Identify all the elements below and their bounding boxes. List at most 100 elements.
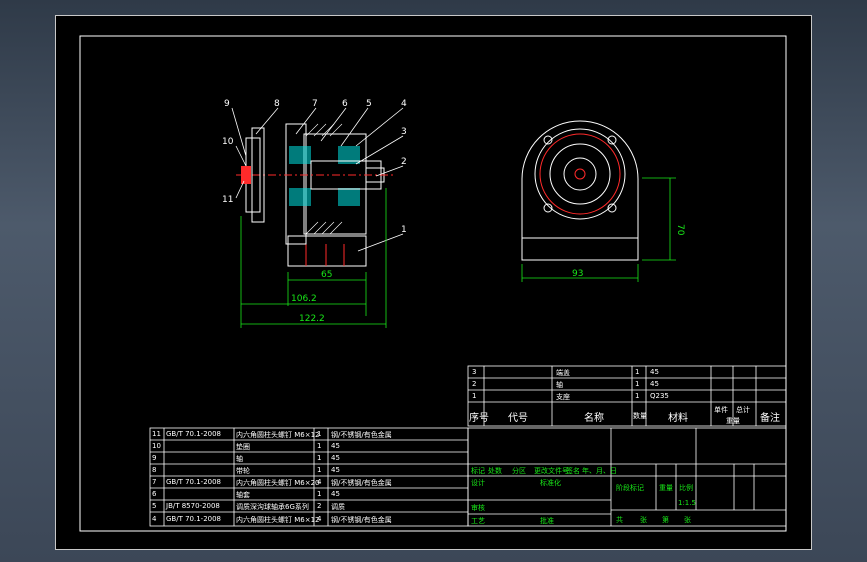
- bom-row-8-no: 8: [152, 466, 157, 474]
- balloon-8: 8: [274, 99, 280, 109]
- bom-row-9-qty: 1: [317, 454, 322, 462]
- dim-70: 70: [675, 224, 685, 236]
- tb-mark: 标记: [471, 467, 485, 475]
- section-view: [236, 123, 396, 267]
- cad-drawing: 9 8 7 6 5 4 3 2 1 10 11 65 106.2 122.2 9…: [79, 35, 787, 532]
- balloon-10: 10: [222, 137, 234, 147]
- bom-row-11-name: 内六角圆柱头螺钉 M6×12: [236, 431, 320, 439]
- dim-65: 65: [321, 270, 332, 280]
- header-total: 总计: [736, 406, 750, 414]
- bom-top-no-1: 1: [472, 392, 477, 400]
- balloon-2: 2: [401, 157, 407, 167]
- bom-row-7-name: 内六角圆柱头螺钉 M6×20: [236, 479, 320, 487]
- drawing-sheet: 9 8 7 6 5 4 3 2 1 10 11 65 106.2 122.2 9…: [55, 15, 812, 550]
- flange-plate: [285, 123, 307, 245]
- bom-row-11-qty: 1: [317, 430, 322, 438]
- bom-top-mat-3: 45: [650, 368, 659, 376]
- bom-top-name-1: 支座: [556, 393, 570, 401]
- tb-sheets: 共: [616, 516, 623, 524]
- tb-process: 工艺: [471, 517, 485, 525]
- tb-scale: 比例: [679, 484, 693, 492]
- balloon-leaders: [231, 107, 404, 252]
- header-weight: 重量: [726, 417, 740, 425]
- balloon-9: 9: [224, 99, 230, 109]
- bom-row-4-name: 内六角圆柱头螺钉 M6×12: [236, 516, 320, 524]
- tb-page-of: 张: [684, 516, 691, 524]
- bom-row-6-name: 轴套: [236, 491, 250, 499]
- bom-row-9-name: 轴: [236, 455, 243, 463]
- bom-top-no-3: 3: [472, 368, 477, 376]
- outer-ring: [534, 128, 626, 220]
- tb-standard: 标准化: [540, 479, 561, 487]
- balloon-5: 5: [366, 99, 372, 109]
- bom-top-mat-1: Q235: [650, 392, 669, 400]
- bom-row-8-name: 带轮: [236, 467, 250, 475]
- bom-row-4-mat: 钢/不锈钢/有色金属: [331, 516, 392, 524]
- dim-93: 93: [572, 269, 583, 279]
- tb-approve: 批准: [540, 517, 554, 525]
- tb-weight: 重量: [659, 484, 673, 492]
- dim-106: 106.2: [291, 294, 317, 304]
- balloon-3: 3: [401, 127, 407, 137]
- tb-change-doc: 更改文件号: [534, 467, 569, 475]
- header-remark: 备注: [760, 413, 780, 424]
- header-name: 名称: [584, 413, 604, 424]
- bom-row-6-qty: 1: [317, 490, 322, 498]
- balloon-1: 1: [401, 225, 407, 235]
- bom-row-10-qty: 1: [317, 442, 322, 450]
- bom-row-11-mat: 钢/不锈钢/有色金属: [331, 431, 392, 439]
- bom-row-10-no: 10: [152, 442, 161, 450]
- dim-122: 122.2: [299, 314, 325, 324]
- bom-row-5-std: JB/T 8570-2008: [166, 502, 220, 510]
- tb-scale-value: 1:1.5: [678, 499, 696, 507]
- bom-row-11-std: GB/T 70.1-2008: [166, 430, 222, 438]
- bom-top-no-2: 2: [472, 380, 477, 388]
- bom-top-qty-3: 1: [635, 368, 640, 376]
- bom-row-6-no: 6: [152, 490, 157, 498]
- bom-row-5-mat: 调质: [331, 503, 345, 511]
- balloon-6: 6: [342, 99, 348, 109]
- side-base: [521, 237, 639, 261]
- red-ring: [539, 133, 621, 215]
- hub-ring: [563, 157, 597, 191]
- bom-row-7-std: GB/T 70.1-2008: [166, 478, 222, 486]
- bom-row-10-mat: 45: [331, 442, 340, 450]
- bom-row-5-name: 调质深沟球轴承6G系列: [236, 503, 309, 511]
- bom-top-name-2: 轴: [556, 381, 563, 389]
- inner-frame: [79, 35, 787, 532]
- bom-row-7-no: 7: [152, 478, 157, 486]
- tb-stage: 阶段标记: [616, 484, 644, 492]
- header-material: 材料: [668, 413, 688, 424]
- center-hole: [574, 168, 586, 180]
- balloon-11: 11: [222, 195, 233, 205]
- bom-row-11-no: 11: [152, 430, 161, 438]
- tb-count: 处数: [488, 467, 502, 475]
- support-base: [287, 235, 367, 267]
- tb-page: 第: [662, 516, 669, 524]
- balloon-7: 7: [312, 99, 318, 109]
- dimensions-front: [240, 188, 387, 328]
- side-view: [521, 120, 639, 261]
- tb-zone: 分区: [512, 467, 526, 475]
- bom-row-10-name: 垫圈: [236, 443, 250, 451]
- tb-design: 设计: [471, 479, 485, 487]
- bom-row-5-no: 5: [152, 502, 157, 510]
- tb-review: 审核: [471, 504, 485, 512]
- bom-top-mat-2: 45: [650, 380, 659, 388]
- mid-ring: [549, 143, 611, 205]
- bom-row-4-std: GB/T 70.1-2008: [166, 515, 222, 523]
- tb-date: 年、月、日: [582, 467, 617, 475]
- bom-top-name-3: 端盖: [556, 369, 570, 377]
- bom-row-6-mat: 45: [331, 490, 340, 498]
- tb-sign: 签名: [566, 467, 580, 475]
- balloon-4: 4: [401, 99, 407, 109]
- header-single: 单件: [714, 406, 728, 414]
- bom-top-qty-1: 1: [635, 392, 640, 400]
- bom-row-8-mat: 45: [331, 466, 340, 474]
- bom-top-qty-2: 1: [635, 380, 640, 388]
- bom-row-8-qty: 1: [317, 466, 322, 474]
- bom-row-9-no: 9: [152, 454, 157, 462]
- bom-row-9-mat: 45: [331, 454, 340, 462]
- bom-row-4-no: 4: [152, 515, 157, 523]
- header-code: 代号: [508, 413, 528, 424]
